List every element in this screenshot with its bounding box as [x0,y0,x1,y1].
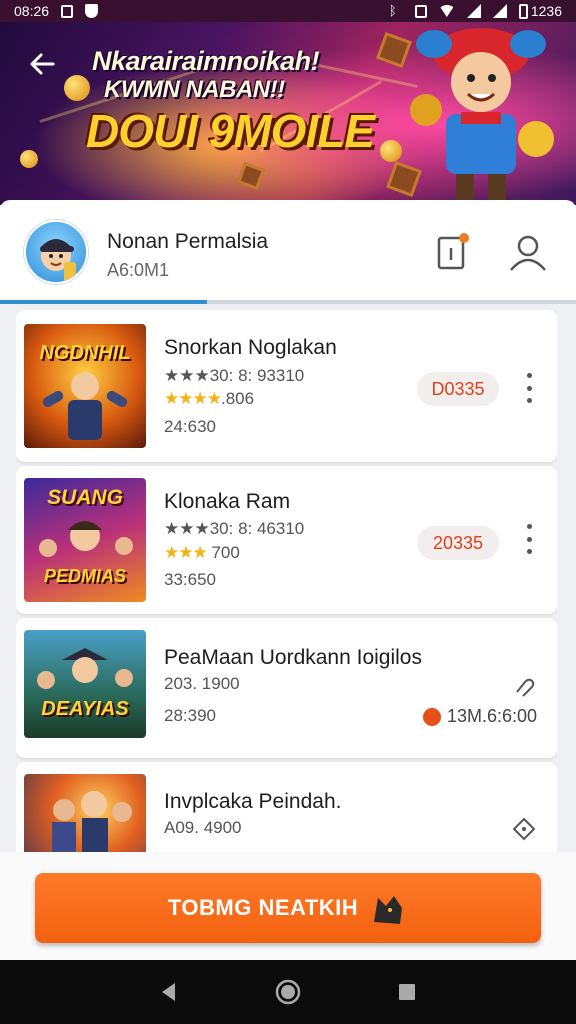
game-rating-text: 203. 1900 [164,674,240,693]
home-circle-icon [275,979,301,1005]
square-recents-icon [398,984,415,1000]
clock-icon [422,707,441,726]
avatar[interactable] [24,220,88,284]
account-button[interactable] [506,232,550,272]
status-time: 08:26 [14,3,50,19]
game-rating-text: A09. 4900 [164,818,242,837]
notification-bell-icon [437,233,469,270]
game-thumbnail: NGDNHIL [24,324,146,448]
game-list: NGDNHIL Snorkan Noglakan ★★★30: 8: 93310… [16,310,557,852]
profile-subtitle: A6:0M1 [107,260,170,280]
kebab-dot-icon [526,373,532,378]
game-title: PeaMaan Uordkann Ioigilos [164,646,422,669]
shield-icon [85,4,99,18]
game-title: Snorkan Noglakan [164,336,337,359]
time-tag: 13M.6:6:00 [422,706,537,727]
game-rating-text: ★★★30: 8: 93310 [164,366,305,385]
star-rating: ★★★★ [164,389,222,408]
kebab-dot-icon [526,524,532,529]
system-nav-bar [0,960,576,1024]
primary-action-label: TOBMG NEATKIH [167,895,359,920]
game-card-2[interactable]: SUANG PEDMIAS Klonaka Ram ★★★30: 8: 4631… [16,466,557,614]
arrow-left-icon [30,53,55,75]
game-thumbnail [24,774,146,852]
link-icon [516,678,535,697]
more-options-button[interactable] [519,373,539,403]
game-extra: 28:390 [164,706,216,725]
nav-recents-button[interactable] [387,972,427,1012]
sim-icon [61,4,74,18]
battery-level: 1236 [530,3,562,19]
game-title: Klonaka Ram [164,490,291,513]
battery-icon [518,3,528,19]
banner-subheadline: KWMN NABAN!! [104,76,285,103]
status-bar: 08:26 ᛒ 1236 [0,0,576,22]
vibrate-icon [414,4,427,18]
game-thumbnail: SUANG PEDMIAS [24,478,146,602]
signal-icon-2 [492,4,507,18]
game-card-3[interactable]: DEAYIAS PeaMaan Uordkann Ioigilos 203. 1… [16,618,557,758]
banner-logo-text: DOUI 9MOILE [86,105,375,157]
primary-action-button[interactable]: TOBMG NEATKIH [35,873,541,943]
favorite-button[interactable] [511,816,537,842]
user-icon [510,235,546,271]
profile-card [0,200,576,304]
mascot-illustration [410,28,554,202]
game-title: Invplcaka Peindah. [164,790,342,813]
nav-back-button[interactable] [149,972,189,1012]
wolf-mascot-icon [374,896,403,924]
game-card-1[interactable]: NGDNHIL Snorkan Noglakan ★★★30: 8: 93310… [16,310,557,462]
game-stars-row: ★★★★.806 [164,389,254,409]
wifi-icon [438,5,455,17]
game-card-4[interactable]: Invplcaka Peindah. A09. 4900 [16,762,557,852]
avatar-image [40,239,76,282]
profile-name: Nonan Permalsia [107,230,269,253]
signal-icon [466,4,481,18]
time-value: 13M.6:6:00 [446,706,537,726]
price-badge[interactable]: 20335 [417,526,499,560]
link-button[interactable] [511,674,537,700]
game-thumbnail: DEAYIAS [24,630,146,738]
game-extra: 33:650 [164,570,216,589]
banner-headline: Nkarairaimnoikah! [92,46,320,76]
triangle-back-icon [162,983,176,1001]
diamond-icon [512,817,536,841]
game-rating-text: ★★★30: 8: 46310 [164,519,305,538]
profile-progress-fill [0,300,208,304]
more-options-button[interactable] [519,524,539,554]
price-badge[interactable]: D0335 [417,372,499,406]
star-rating: ★★★ [164,543,208,562]
nav-home-button[interactable] [268,972,308,1012]
game-extra: 24:630 [164,417,216,436]
game-score: .806 [220,389,255,408]
game-score: 700 [206,543,240,562]
back-button[interactable] [22,46,62,82]
notifications-button[interactable] [436,232,470,272]
bluetooth-icon: ᛒ [388,3,397,18]
profile-progress-track [0,300,576,304]
hero-banner: Nkarairaimnoikah! KWMN NABAN!! DOUI 9MOI… [0,0,576,205]
game-stars-row: ★★★ 700 [164,543,240,563]
